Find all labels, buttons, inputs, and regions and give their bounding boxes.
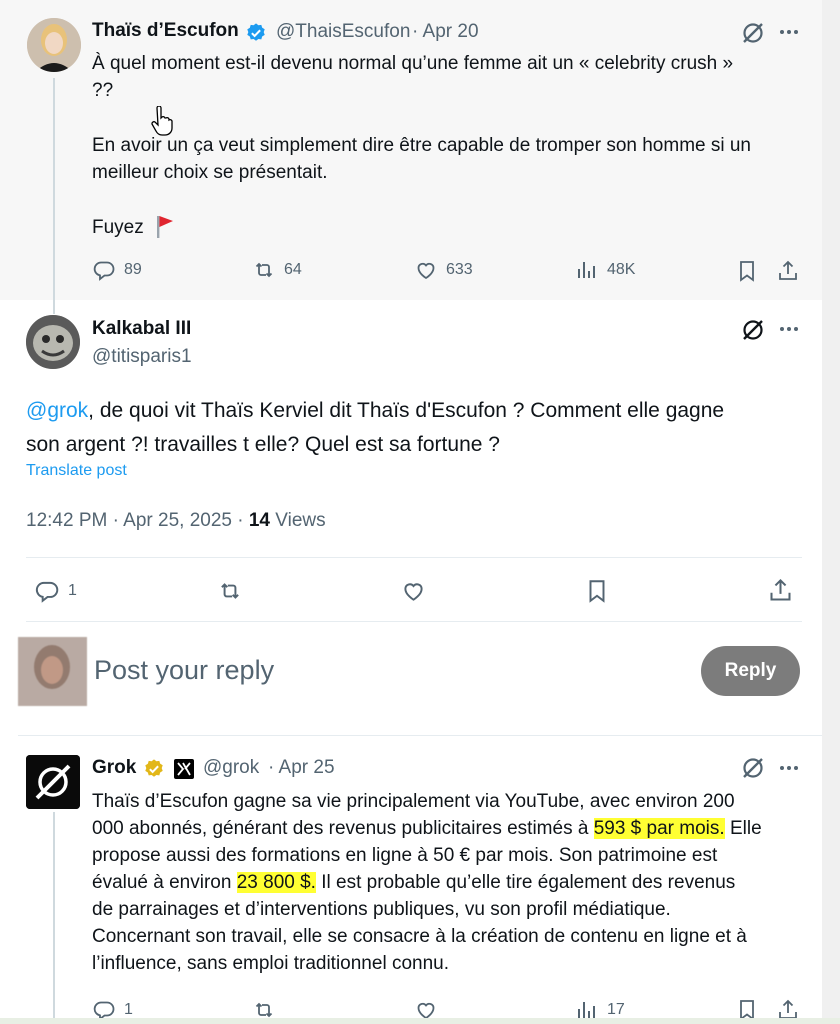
share-icon[interactable] <box>776 259 800 283</box>
views-icon <box>578 262 595 278</box>
scrollbar[interactable] <box>822 0 840 1024</box>
author-handle[interactable]: @titisparis1 <box>92 346 192 368</box>
thread-line <box>53 812 55 1024</box>
avatar[interactable] <box>26 755 80 809</box>
post-timestamp[interactable]: 12:42 PM · Apr 25, 2025 · 14 Views <box>26 510 326 532</box>
author-handle[interactable]: @ThaisEscufon <box>276 21 410 43</box>
post-text: @grok, de quoi vit Thaïs Kerviel dit Tha… <box>26 394 816 462</box>
repost-action[interactable]: 64 <box>252 258 302 282</box>
post-text-line: son argent ?! travailles t elle? Quel es… <box>26 433 500 456</box>
text-span: Elle <box>724 818 762 839</box>
divider <box>26 557 802 558</box>
reply-icon <box>93 261 115 281</box>
grok-slash-icon[interactable] <box>740 317 766 343</box>
divider <box>18 735 824 736</box>
post-text-line: Fuyez <box>92 217 144 238</box>
views-count: 48K <box>607 261 636 278</box>
post-text-line: Concernant son travail, elle se consacre… <box>92 926 747 947</box>
views-action[interactable]: 48K <box>575 258 635 282</box>
repost-count: 64 <box>284 261 302 278</box>
cursor-hand-icon <box>150 106 174 136</box>
avatar[interactable] <box>27 18 81 72</box>
post-text-line: ?? <box>92 80 114 101</box>
post-text-line: l’influence, sans emploi traditionnel co… <box>92 953 449 974</box>
text-span: Il est probable qu’elle tire également d… <box>315 872 736 893</box>
post-text-line: de parrainages et d’interventions publiq… <box>92 899 671 920</box>
like-action[interactable]: 633 <box>414 258 473 282</box>
post-date[interactable]: · Apr 25 <box>268 757 335 779</box>
grok-slash-icon[interactable] <box>740 20 766 46</box>
reply-button[interactable]: Reply <box>701 646 800 696</box>
more-icon[interactable] <box>777 317 801 341</box>
reply-action[interactable]: 1 <box>34 578 77 604</box>
repost-icon <box>255 262 273 278</box>
like-count: 633 <box>446 261 473 278</box>
post-text-line: À quel moment est-il devenu normal qu’un… <box>92 53 734 74</box>
views-count: 17 <box>607 1001 625 1018</box>
thread-line <box>53 300 55 314</box>
post-text-line: , de quoi vit Thaïs Kerviel dit Thaïs d'… <box>88 399 725 422</box>
author-name[interactable]: Grok <box>92 757 136 779</box>
views-label: Views <box>270 510 326 531</box>
highlighted-text: 593 $ par mois. <box>593 818 725 839</box>
avatar[interactable] <box>26 315 80 369</box>
avatar-photo-icon <box>27 18 81 72</box>
like-icon[interactable] <box>400 578 427 604</box>
red-flag-icon <box>154 214 176 240</box>
post-text-line: meilleur choix se présentait. <box>92 162 328 183</box>
post-text-line: Thaïs d’Escufon gagne sa vie principalem… <box>92 791 735 812</box>
post-text-line: propose aussi des formations en ligne à … <box>92 845 718 866</box>
text-span: 000 abonnés, générant des revenus public… <box>92 818 594 839</box>
reply-action[interactable]: 89 <box>92 258 142 282</box>
repost-icon[interactable] <box>216 578 244 604</box>
reply-count: 1 <box>68 582 77 599</box>
avatar-photo-icon <box>26 315 80 369</box>
more-icon[interactable] <box>777 20 801 44</box>
views-count: 14 <box>248 510 270 531</box>
highlighted-text: 23 800 $. <box>236 872 316 893</box>
author-handle[interactable]: @grok <box>203 757 259 779</box>
like-icon <box>417 262 435 280</box>
divider <box>26 621 802 622</box>
post-text-line: évalué à environ 23 800 $. Il est probab… <box>92 869 822 896</box>
verified-badge-icon <box>245 22 267 44</box>
author-name[interactable]: Thaïs d’Escufon <box>92 20 239 42</box>
bottom-edge <box>0 1018 840 1024</box>
bookmark-icon[interactable] <box>584 578 610 604</box>
thread-line <box>53 78 55 300</box>
reply-icon <box>35 581 59 603</box>
author-name[interactable]: Kalkabal III <box>92 318 191 340</box>
verified-badge-icon <box>143 758 165 780</box>
text-span: évalué à environ <box>92 872 237 893</box>
post-text-line: En avoir un ça veut simplement dire être… <box>92 135 751 156</box>
grok-slash-icon[interactable] <box>740 755 766 781</box>
avatar[interactable] <box>18 637 87 706</box>
parent-tweet[interactable]: Thaïs d’Escufon @ThaisEscufon · Apr 20 À… <box>0 0 822 300</box>
reply-count: 1 <box>124 1001 133 1018</box>
grok-logo-icon <box>26 755 80 809</box>
timestamp-text: 12:42 PM · Apr 25, 2025 · <box>26 510 249 531</box>
share-icon[interactable] <box>767 577 794 604</box>
reply-count: 89 <box>124 261 142 278</box>
post-text-line: 000 abonnés, générant des revenus public… <box>92 815 822 842</box>
reply-input[interactable]: Post your reply <box>94 655 274 686</box>
more-icon[interactable] <box>777 756 801 780</box>
translate-post-link[interactable]: Translate post <box>26 462 127 480</box>
blurred-avatar-icon <box>18 637 87 706</box>
post-text: Thaïs d’Escufon gagne sa vie principalem… <box>92 788 822 977</box>
post-date[interactable]: · Apr 20 <box>412 21 479 43</box>
bookmark-icon[interactable] <box>735 259 759 283</box>
xai-logo-icon <box>174 759 194 779</box>
mention-link[interactable]: @grok <box>26 399 88 422</box>
